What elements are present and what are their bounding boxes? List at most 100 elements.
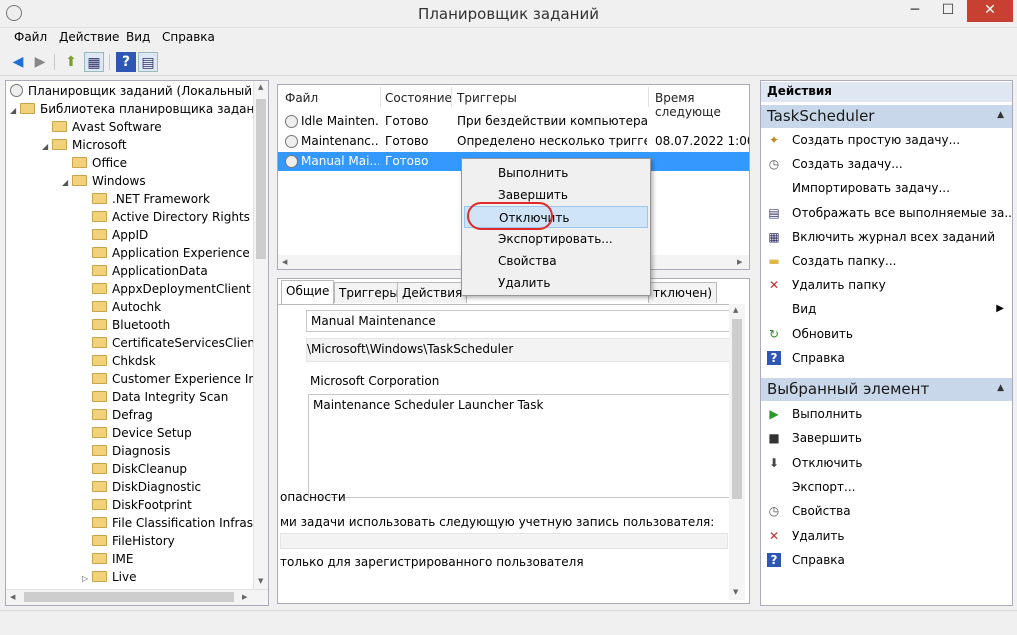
action-item[interactable]: ■ Завершить	[761, 427, 1012, 449]
tab-general[interactable]: Общие	[281, 280, 335, 304]
scroll-down-icon[interactable]: ▼	[258, 577, 263, 585]
folder-icon	[92, 283, 107, 294]
tree-item[interactable]: File Classification Infrastruc	[82, 514, 268, 532]
action-item[interactable]: ✕ Удалить	[761, 525, 1012, 547]
details-scroll-thumb[interactable]	[732, 319, 742, 499]
action-item[interactable]: Импортировать задачу...	[761, 177, 1012, 199]
context-menu-item[interactable]: Выполнить	[464, 162, 648, 184]
column-header-triggers[interactable]: Триггеры	[457, 91, 517, 105]
maximize-button[interactable]: ☐	[933, 0, 963, 22]
expanded-arrow-icon[interactable]: ◢	[62, 174, 72, 192]
action-item[interactable]: ✦ Создать простую задачу...	[761, 129, 1012, 151]
task-row[interactable]: Idle Mainten... Готово При бездействии ком…	[278, 112, 749, 131]
show-actions-pane-icon[interactable]: ▤	[138, 52, 158, 72]
account-field[interactable]	[280, 533, 728, 549]
tree-item-label: Active Directory Rights Mar	[112, 210, 269, 224]
action-item[interactable]: ? Справка	[761, 549, 1012, 571]
context-menu-item[interactable]: Экспортировать...	[464, 228, 648, 250]
tree-item[interactable]: DiskDiagnostic	[82, 478, 201, 496]
close-button[interactable]: ✕	[967, 0, 1013, 22]
minimize-button[interactable]: ─	[900, 0, 930, 22]
tree-item[interactable]: Office	[62, 154, 127, 172]
action-item[interactable]: ▶ Выполнить	[761, 403, 1012, 425]
column-header-state[interactable]: Состояние	[385, 91, 452, 105]
show-tree-icon[interactable]: ▦	[84, 52, 104, 72]
tree-item[interactable]: ▷ Live	[82, 568, 137, 586]
menu-help[interactable]: Справка	[162, 30, 215, 44]
tree-scroll-thumb[interactable]	[256, 99, 266, 259]
action-item[interactable]: ? Справка	[761, 347, 1012, 369]
scroll-right-icon[interactable]: ▶	[737, 258, 742, 266]
task-row[interactable]: Maintenanc... Готово Определено несколько …	[278, 132, 749, 151]
action-item[interactable]: ◷ Свойства	[761, 500, 1012, 522]
collapse-up-icon[interactable]: ▲	[997, 110, 1004, 120]
task-name-field[interactable]: Manual Maintenance	[306, 310, 730, 332]
tree-hscroll-thumb[interactable]	[24, 592, 234, 602]
action-item[interactable]: ✕ Удалить папку	[761, 274, 1012, 296]
tree-item[interactable]: ApplicationData	[82, 262, 208, 280]
context-menu-item[interactable]: Свойства	[464, 250, 648, 272]
menu-view[interactable]: Вид	[126, 30, 150, 44]
tree-item[interactable]: Data Integrity Scan	[82, 388, 228, 406]
action-item[interactable]: ▬ Создать папку...	[761, 250, 1012, 272]
task-cell-next: 08.07.2022 1:00:00	[655, 134, 749, 148]
tree-item[interactable]: Bluetooth	[82, 316, 170, 334]
tree-item[interactable]: AppxDeploymentClient	[82, 280, 251, 298]
tree-item[interactable]: DiskCleanup	[82, 460, 187, 478]
menu-file[interactable]: Файл	[14, 30, 47, 44]
action-item[interactable]: Вид ▶	[761, 298, 1012, 320]
actions-section-selected-item[interactable]: Выбранный элемент ▲	[761, 378, 1012, 401]
tree-item[interactable]: Chkdsk	[82, 352, 156, 370]
tree-item-library[interactable]: ◢ Библиотека планировщика заданий	[10, 100, 268, 118]
menu-action[interactable]: Действие	[59, 30, 119, 44]
folder-icon	[92, 571, 107, 582]
tree-item[interactable]: Avast Software	[42, 118, 162, 136]
folder-icon	[92, 193, 107, 204]
tree-item[interactable]: DiskFootprint	[82, 496, 192, 514]
scroll-right-icon[interactable]: ▶	[242, 593, 247, 601]
tree-item-label: CertificateServicesClient	[112, 336, 260, 350]
action-item[interactable]: ↻ Обновить	[761, 323, 1012, 345]
scroll-left-icon[interactable]: ◀	[282, 258, 287, 266]
tab-triggers[interactable]: Триггеры	[334, 282, 404, 303]
up-folder-icon[interactable]: ⬆	[61, 52, 81, 72]
navigation-tree[interactable]: Планировщик заданий (Локальный) ◢ Библиот…	[5, 80, 269, 606]
action-item[interactable]: Экспорт...	[761, 476, 1012, 498]
tree-item[interactable]: Defrag	[82, 406, 153, 424]
scroll-up-icon[interactable]: ▲	[733, 306, 738, 314]
tree-item[interactable]: Autochk	[82, 298, 161, 316]
forward-icon[interactable]: ▶	[30, 52, 50, 72]
tab-actions[interactable]: Действия	[397, 282, 468, 303]
scroll-left-icon[interactable]: ◀	[10, 593, 15, 601]
context-menu-item[interactable]: Удалить	[464, 272, 648, 294]
action-item[interactable]: ⬇ Отключить	[761, 452, 1012, 474]
actions-section-taskscheduler[interactable]: TaskScheduler ▲	[761, 105, 1012, 128]
action-item[interactable]: ◷ Создать задачу...	[761, 153, 1012, 175]
tree-item[interactable]: IME	[82, 550, 133, 568]
tree-item[interactable]: .NET Framework	[82, 190, 210, 208]
tab-history[interactable]: тключен)	[648, 282, 718, 303]
back-icon[interactable]: ◀	[8, 52, 28, 72]
column-header-file[interactable]: Файл	[285, 91, 318, 105]
tree-item[interactable]: Customer Experience Impro	[82, 370, 268, 388]
tree-item[interactable]: ◢ Windows	[62, 172, 146, 190]
task-description-field[interactable]: Maintenance Scheduler Launcher Task	[308, 394, 730, 498]
tree-item[interactable]: Device Setup	[82, 424, 192, 442]
tree-item[interactable]: CertificateServicesClient	[82, 334, 260, 352]
tree-item[interactable]: Application Experience	[82, 244, 250, 262]
tree-item[interactable]: Active Directory Rights Mar	[82, 208, 269, 226]
tree-item[interactable]: Diagnosis	[82, 442, 170, 460]
scroll-down-icon[interactable]: ▼	[733, 588, 738, 596]
collapse-up-icon[interactable]: ▲	[997, 383, 1004, 393]
scroll-up-icon[interactable]: ▲	[258, 83, 263, 91]
help-icon[interactable]: ?	[116, 52, 136, 72]
collapsed-arrow-icon[interactable]: ▷	[82, 570, 92, 588]
action-item[interactable]: ▤ Отображать все выполняемые за...	[761, 202, 1012, 224]
tree-item[interactable]: ◢ Microsoft	[42, 136, 127, 154]
expanded-arrow-icon[interactable]: ◢	[42, 138, 52, 156]
tree-item[interactable]: FileHistory	[82, 532, 175, 550]
tree-item[interactable]: AppID	[82, 226, 148, 244]
tree-item-root[interactable]: Планировщик заданий (Локальный)	[10, 82, 257, 100]
action-item[interactable]: ▦ Включить журнал всех заданий	[761, 226, 1012, 248]
menu-bar: Файл Действие Вид Справка	[0, 28, 1017, 48]
